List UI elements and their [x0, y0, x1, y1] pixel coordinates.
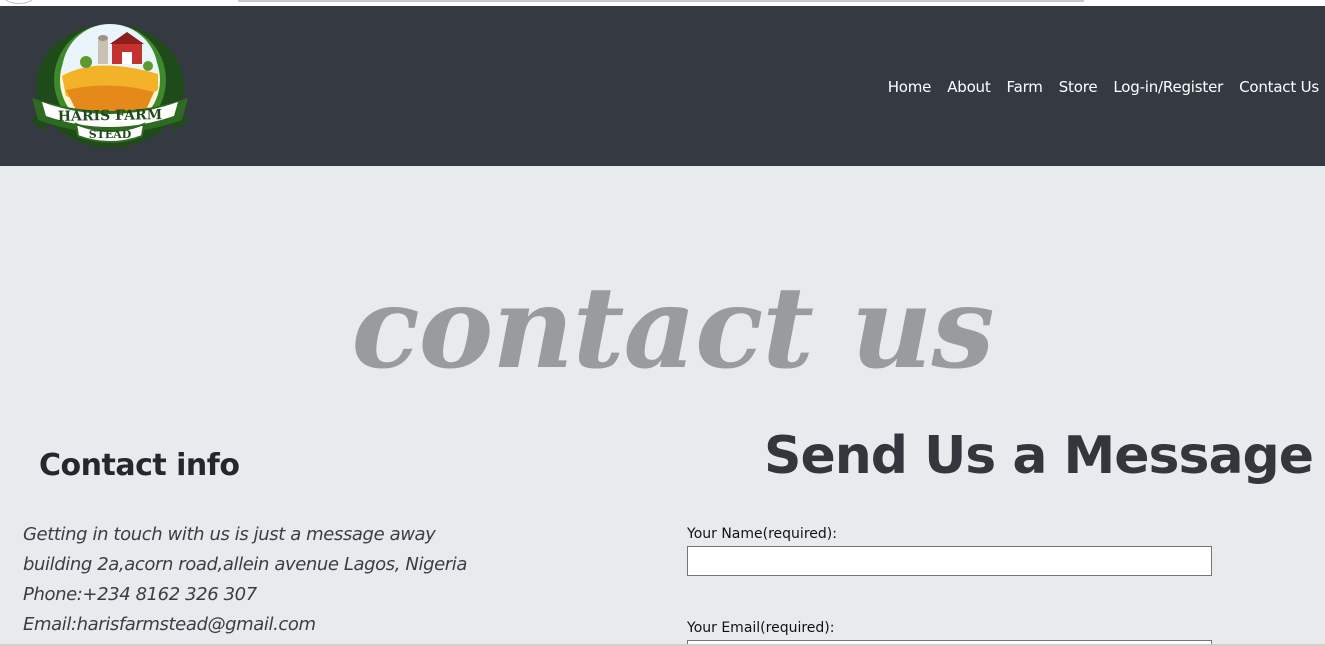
logo-text-line1: HARIS FARM [58, 107, 163, 125]
main-nav: Home About Farm Store Log-in/Register Co… [888, 78, 1320, 96]
nav-item-home[interactable]: Home [888, 78, 932, 96]
nav-item-farm[interactable]: Farm [1007, 78, 1043, 96]
browser-control-icon [4, 0, 34, 4]
nav-item-about[interactable]: About [947, 78, 991, 96]
name-field[interactable] [687, 546, 1212, 576]
contact-phone: Phone:+234 8162 326 307 [23, 584, 257, 605]
email-field-label: Your Email(required): [687, 620, 835, 636]
site-header: HARIS FARM STEAD Home About Farm Store L… [0, 6, 1325, 166]
contact-address: building 2a,acorn road,allein avenue Lag… [23, 554, 468, 575]
nav-item-store[interactable]: Store [1059, 78, 1098, 96]
nav-item-contact-us[interactable]: Contact Us [1239, 78, 1319, 96]
contact-email: Email:harisfarmstead@gmail.com [23, 614, 316, 635]
horizontal-scrollbar[interactable] [238, 0, 1084, 2]
contact-info-heading: Contact info [39, 448, 240, 483]
contact-info-details: Getting in touch with us is just a messa… [23, 520, 467, 640]
farm-logo[interactable]: HARIS FARM STEAD [26, 20, 194, 152]
nav-item-login-register[interactable]: Log-in/Register [1113, 78, 1223, 96]
send-message-heading: Send Us a Message [764, 426, 1314, 486]
page-title: contact us [351, 263, 994, 394]
contact-tagline: Getting in touch with us is just a messa… [23, 524, 436, 545]
logo-text-line2: STEAD [89, 128, 132, 141]
name-field-label: Your Name(required): [687, 526, 837, 542]
logo-emblem-icon: HARIS FARM STEAD [30, 24, 190, 148]
